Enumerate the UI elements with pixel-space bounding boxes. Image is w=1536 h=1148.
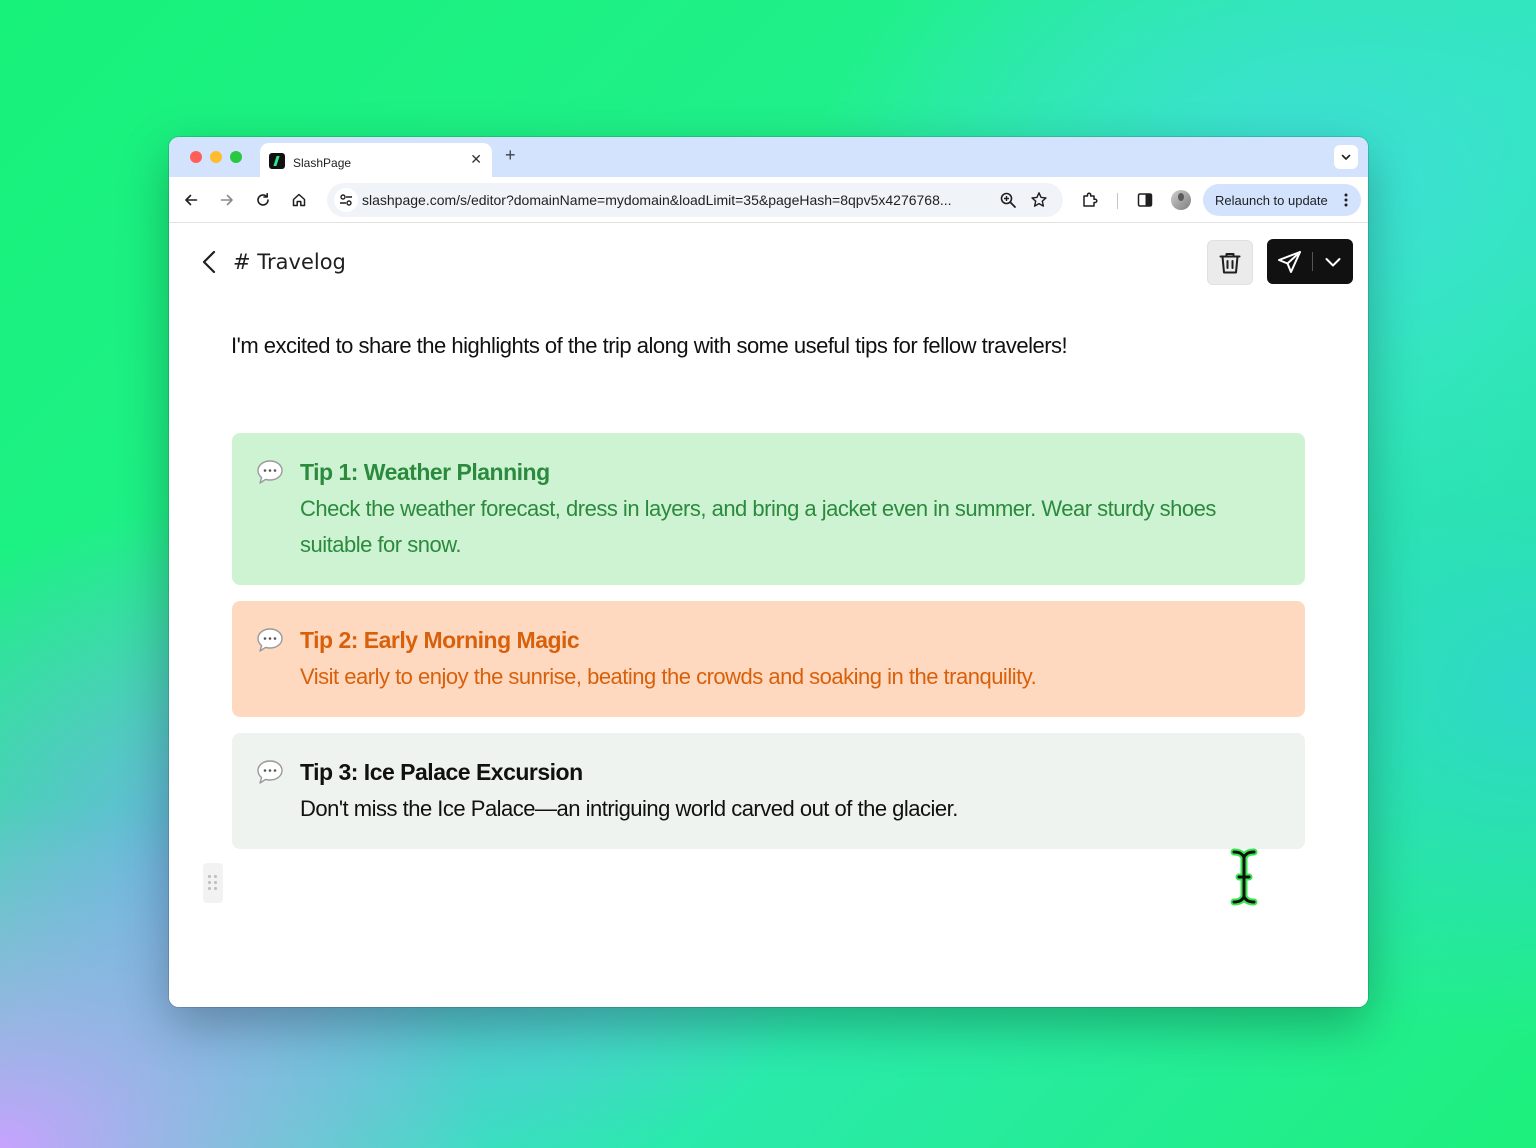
publish-divider xyxy=(1312,252,1313,271)
callout-body: Visit early to enjoy the sunrise, beatin… xyxy=(300,664,1037,689)
trash-icon xyxy=(1219,252,1241,273)
editor-page: # Travelog I'm excited to share the high… xyxy=(169,223,1368,1007)
address-bar[interactable]: slashpage.com/s/editor?domainName=mydoma… xyxy=(327,183,1063,217)
zoom-window-button[interactable] xyxy=(230,151,242,163)
reload-icon xyxy=(257,193,269,206)
reload-button[interactable] xyxy=(253,190,273,210)
back-icon xyxy=(185,194,198,206)
publish-button[interactable] xyxy=(1267,239,1353,284)
new-tab-button[interactable]: + xyxy=(505,146,516,164)
page-title: # Travelog xyxy=(233,250,346,274)
tab-slashpage[interactable]: SlashPage ✕ xyxy=(260,143,492,177)
browser-window: SlashPage ✕ + slashpage.com/s/editor?dom… xyxy=(169,137,1368,1007)
minimize-window-button[interactable] xyxy=(210,151,222,163)
delete-button[interactable] xyxy=(1207,240,1253,285)
callout-tip-3[interactable]: Tip 3: Ice Palace Excursion Don't miss t… xyxy=(232,733,1305,849)
tab-close-icon[interactable]: ✕ xyxy=(470,152,482,166)
extensions-button[interactable] xyxy=(1081,191,1099,214)
tab-search-button[interactable] xyxy=(1334,145,1358,169)
forward-button[interactable] xyxy=(217,190,237,210)
browser-toolbar: slashpage.com/s/editor?domainName=mydoma… xyxy=(169,177,1368,223)
site-settings-button[interactable] xyxy=(334,188,358,212)
zoom-icon xyxy=(1000,192,1016,208)
intro-paragraph[interactable]: I'm excited to share the highlights of t… xyxy=(231,333,1311,359)
home-button[interactable] xyxy=(289,190,309,210)
profile-avatar[interactable] xyxy=(1171,190,1191,210)
callout-body: Check the weather forecast, dress in lay… xyxy=(300,496,1216,557)
close-window-button[interactable] xyxy=(190,151,202,163)
callout-tip-2[interactable]: Tip 2: Early Morning Magic Visit early t… xyxy=(232,601,1305,717)
callout-body: Don't miss the Ice Palace—an intriguing … xyxy=(300,796,958,821)
relaunch-label: Relaunch to update xyxy=(1215,193,1328,208)
drag-handle-icon[interactable] xyxy=(203,863,223,903)
chevron-down-icon[interactable] xyxy=(1323,252,1343,277)
callout-tip-1[interactable]: Tip 1: Weather Planning Check the weathe… xyxy=(232,433,1305,585)
tab-title: SlashPage xyxy=(293,156,352,170)
speech-bubble-icon xyxy=(256,759,284,790)
speech-bubble-icon xyxy=(256,627,284,658)
site-settings-icon xyxy=(340,194,352,206)
callout-title: Tip 1: Weather Planning xyxy=(300,459,550,485)
toolbar-divider xyxy=(1117,193,1118,209)
chevron-down-icon xyxy=(1341,154,1351,160)
back-chevron-button[interactable] xyxy=(199,248,219,281)
relaunch-to-update-button[interactable]: Relaunch to update xyxy=(1203,184,1361,216)
kebab-menu-icon[interactable] xyxy=(1344,192,1348,211)
tab-strip: SlashPage ✕ + xyxy=(169,137,1368,177)
callout-title: Tip 3: Ice Palace Excursion xyxy=(300,759,583,785)
forward-icon xyxy=(220,194,233,206)
side-panel-icon xyxy=(1137,193,1153,207)
url-text[interactable]: slashpage.com/s/editor?domainName=mydoma… xyxy=(362,192,990,208)
speech-bubble-icon xyxy=(256,459,284,490)
slashpage-favicon-icon xyxy=(269,153,285,169)
bookmark-star-icon xyxy=(1031,192,1047,207)
back-chevron-icon xyxy=(202,250,216,274)
bookmark-button[interactable] xyxy=(1030,191,1048,214)
extensions-icon xyxy=(1083,192,1098,207)
zoom-indicator[interactable] xyxy=(999,191,1017,214)
side-panel-button[interactable] xyxy=(1137,192,1153,213)
send-icon[interactable] xyxy=(1277,250,1303,279)
home-icon xyxy=(292,193,306,207)
callout-title: Tip 2: Early Morning Magic xyxy=(300,627,580,653)
text-cursor-icon xyxy=(1230,848,1258,906)
back-button[interactable] xyxy=(181,190,201,210)
